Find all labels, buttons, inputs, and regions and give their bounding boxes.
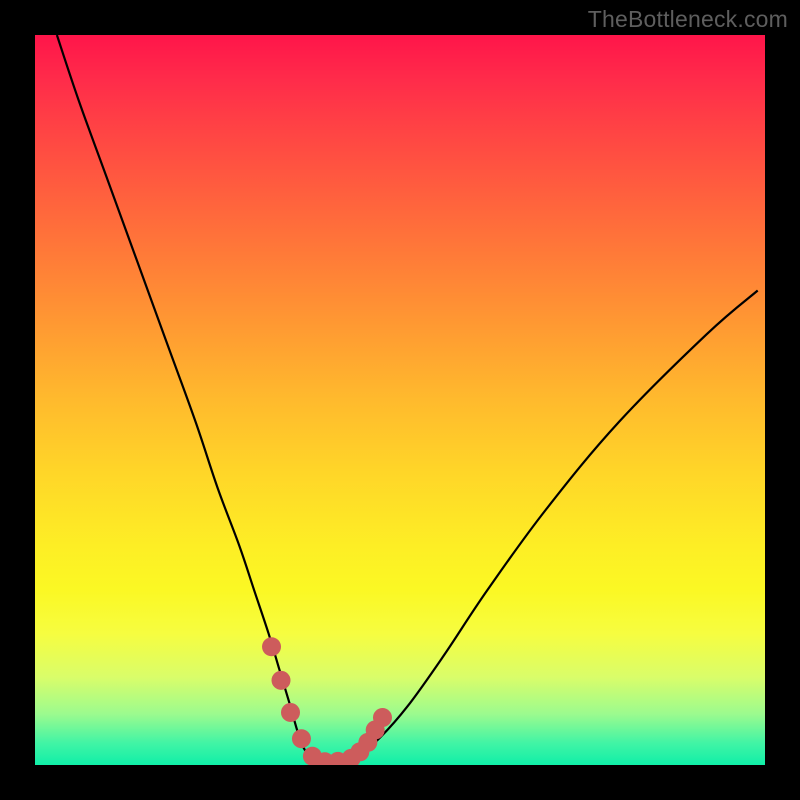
curve-marker xyxy=(292,729,311,748)
plot-area xyxy=(35,35,765,765)
curve-marker xyxy=(373,708,392,727)
curve-marker xyxy=(281,703,300,722)
chart-stage: TheBottleneck.com xyxy=(0,0,800,800)
curve-marker xyxy=(272,671,291,690)
bottleneck-curve xyxy=(57,35,758,761)
curve-layer xyxy=(35,35,765,765)
curve-marker xyxy=(262,637,281,656)
watermark-text: TheBottleneck.com xyxy=(588,6,788,33)
marker-group xyxy=(262,637,392,765)
